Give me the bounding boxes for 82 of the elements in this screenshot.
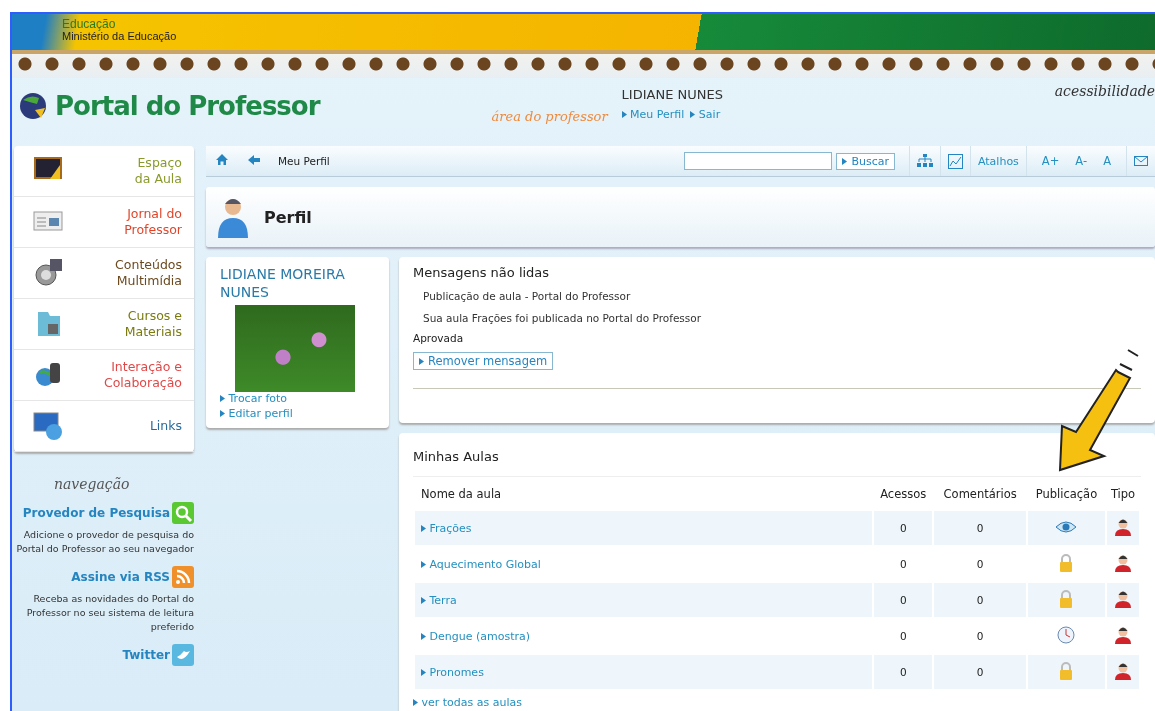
search-icon (172, 502, 194, 524)
triangle-icon (413, 699, 418, 706)
column-header: Comentários (942, 486, 1018, 503)
banner-subtitle: Ministério da Educação (62, 30, 177, 42)
banner-title: Educação (62, 18, 117, 30)
lesson-link[interactable]: Dengue (amostra) (421, 629, 530, 643)
font-size-button[interactable]: A+ (1033, 154, 1068, 168)
column-header: Nome da aula (420, 486, 503, 503)
promo-link[interactable]: Provedor de Pesquisa (22, 506, 170, 520)
sidebar-item[interactable]: Cursos e Materiais (14, 299, 194, 350)
user-icon (1115, 590, 1132, 608)
chart-icon (947, 153, 963, 169)
panel-title: Minhas Aulas (413, 448, 500, 466)
triangle-icon (220, 410, 225, 417)
user-link[interactable]: Meu Perfil (621, 108, 685, 121)
home-icon (216, 154, 228, 165)
triangle-icon (621, 111, 627, 118)
table-cell-text: 0 (898, 557, 908, 572)
accessibility-label: acessibilidade (1054, 83, 1155, 99)
promo-description: Receba as novidades do Portal do Professor no seu sistema de leitura preferido (25, 592, 194, 634)
sidebar-item[interactable]: Conteúdos Multimídia (14, 248, 194, 299)
column-header: Publicação (1034, 486, 1099, 503)
lesson-link[interactable]: Aquecimento Global (421, 557, 541, 571)
triangle-icon (421, 524, 426, 532)
column-header: Tipo (1109, 486, 1137, 503)
back-arrow-icon (248, 154, 260, 165)
lesson-link[interactable]: Pronomes (421, 665, 484, 679)
triangle-icon (421, 632, 426, 640)
sidebar-item[interactable]: Links (14, 401, 194, 452)
area-label: área do professor (491, 108, 608, 124)
see-all-link[interactable]: ver todas as aulas (413, 696, 522, 709)
profile-link[interactable]: Trocar foto (220, 392, 389, 405)
font-size-button[interactable]: A- (1067, 154, 1096, 168)
site-logo[interactable]: Portal do Professor (55, 91, 320, 121)
sidebar-item[interactable]: Jornal do Professor (14, 197, 194, 248)
triangle-icon (842, 157, 848, 165)
table-cell: 0 (934, 511, 1026, 545)
sitemap-icon (916, 154, 933, 168)
search-field[interactable] (684, 152, 833, 170)
navigation-label: navegação (53, 475, 131, 492)
sidebar-item[interactable]: Interação e Colaboração (14, 350, 194, 401)
triangle-icon (421, 596, 426, 604)
column-header: Acessos (879, 486, 928, 503)
profile-link[interactable]: Editar perfil (220, 407, 389, 420)
search-button[interactable]: Buscar (836, 152, 895, 170)
table-cell-text: 0 (975, 629, 985, 644)
triangle-icon (690, 111, 696, 118)
table-cell-text: 0 (898, 629, 908, 644)
message-body: Sua aula Frações foi publicada no Portal do Professor (423, 312, 703, 324)
table-cell: 0 (874, 511, 933, 545)
user-link[interactable]: Sair (690, 108, 721, 121)
page-title: Perfil (264, 207, 312, 227)
remove-message-button[interactable]: Remover mensagem (413, 352, 554, 370)
panel-title: Mensagens não lidas (413, 265, 551, 280)
message-subject: Publicação de aula - Portal do Professor (423, 290, 632, 302)
triangle-icon (419, 357, 424, 365)
envelope-icon (1134, 156, 1148, 166)
promo-description: Adicione o provedor de pesquisa do Portal do Professor ao seu navegador (15, 528, 194, 556)
promo-link[interactable]: Twitter (122, 648, 170, 662)
triangle-icon (421, 560, 426, 568)
table-cell: 0 (874, 583, 933, 617)
profile-name: LIDIANE MOREIRA NUNES (220, 265, 346, 301)
lesson-link[interactable]: Frações (421, 521, 472, 535)
user-icon (1115, 518, 1132, 536)
user-icon (1115, 554, 1132, 572)
lesson-link[interactable]: Terra (421, 593, 457, 607)
table-cell: 0 (874, 655, 933, 689)
triangle-icon (421, 668, 426, 676)
user-icon (1115, 662, 1132, 680)
shortcuts-link[interactable]: Atalhos (969, 146, 1026, 176)
sidebar-item[interactable]: Espaço da Aula (14, 146, 194, 197)
table-cell: 0 (934, 583, 1026, 617)
table-cell-text: 0 (975, 557, 985, 572)
user-name: LIDIANE NUNES (621, 87, 723, 102)
promo-link[interactable]: Assine via RSS (71, 570, 170, 584)
rss-icon (172, 566, 194, 588)
breadcrumb-item[interactable]: Meu Perfil (278, 155, 330, 167)
triangle-icon (220, 395, 225, 402)
message-status: Aprovada (413, 332, 465, 344)
font-size-button[interactable]: A (1095, 154, 1119, 168)
user-icon (1115, 626, 1132, 644)
table-cell: 0 (934, 655, 1026, 689)
